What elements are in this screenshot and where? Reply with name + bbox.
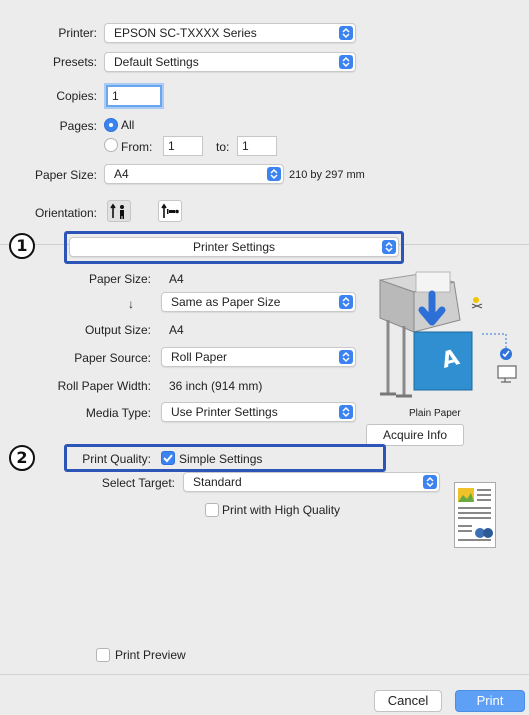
roll-paper-width-label: Roll Paper Width: <box>57 379 151 393</box>
paper-size-popup-value: A4 <box>114 167 129 181</box>
print-button[interactable]: Print <box>455 690 525 712</box>
pages-from-radio[interactable] <box>104 138 118 152</box>
presets-popup[interactable]: Default Settings <box>104 52 356 72</box>
cancel-button[interactable]: Cancel <box>374 690 442 712</box>
media-type-label: Media Type: <box>85 406 151 420</box>
same-as-paper-size-value: Same as Paper Size <box>171 295 281 309</box>
simple-settings-checkbox[interactable] <box>161 451 175 465</box>
landscape-icon <box>161 203 179 218</box>
select-target-popup[interactable]: Standard <box>183 472 440 492</box>
popup-arrows-icon <box>423 475 437 489</box>
popup-arrows-icon <box>339 295 353 309</box>
pages-to-label: to: <box>216 140 230 154</box>
paper-size-popup[interactable]: A4 <box>104 164 284 184</box>
copies-field[interactable]: 1 <box>106 85 162 107</box>
popup-arrows-icon <box>339 55 353 69</box>
acquire-info-button[interactable]: Acquire Info <box>366 424 464 446</box>
output-size-label: Output Size: <box>84 323 151 337</box>
pages-all-label: All <box>121 118 135 132</box>
pages-to-field[interactable]: 1 <box>237 136 277 156</box>
printer-popup[interactable]: EPSON SC-TXXXX Series <box>104 23 356 43</box>
document-preview-icon <box>454 482 496 548</box>
popup-arrows-icon <box>339 350 353 364</box>
footer-divider <box>0 674 529 675</box>
high-quality-checkbox[interactable] <box>205 503 219 517</box>
simple-settings-label: Simple Settings <box>179 452 263 466</box>
callout-1: 1 <box>9 233 35 259</box>
orientation-label: Orientation: <box>34 206 97 220</box>
printer-label: Printer: <box>58 26 97 40</box>
pages-from-field[interactable]: 1 <box>163 136 203 156</box>
pages-all-radio[interactable] <box>104 118 118 132</box>
popup-arrows-icon <box>382 240 396 254</box>
presets-label: Presets: <box>52 55 97 69</box>
plain-paper-caption: Plain Paper <box>409 408 461 419</box>
portrait-icon <box>110 203 124 219</box>
paper-size-label: Paper Size: <box>34 168 97 182</box>
orientation-portrait-button[interactable] <box>107 200 131 222</box>
pages-from-label: From: <box>121 140 153 154</box>
presets-popup-value: Default Settings <box>114 55 199 69</box>
orientation-landscape-button[interactable] <box>158 200 182 222</box>
paper-source-value: Roll Paper <box>171 350 228 364</box>
select-target-label: Select Target: <box>101 476 175 490</box>
arrow-down-icon: ↓ <box>128 297 134 311</box>
copies-label: Copies: <box>56 89 97 103</box>
output-size-value: A4 <box>169 323 184 337</box>
print-preview-checkbox[interactable] <box>96 648 110 662</box>
panel-select-popup[interactable]: Printer Settings <box>69 237 399 257</box>
high-quality-label: Print with High Quality <box>222 503 341 517</box>
media-type-popup[interactable]: Use Printer Settings <box>161 402 356 422</box>
printer-popup-value: EPSON SC-TXXXX Series <box>114 26 257 40</box>
printer-illustration: A <box>372 270 522 402</box>
media-type-value: Use Printer Settings <box>171 405 278 419</box>
callout-2: 2 <box>9 445 35 471</box>
same-as-paper-size-popup[interactable]: Same as Paper Size <box>161 292 356 312</box>
settings-paper-size-value: A4 <box>169 272 184 286</box>
print-quality-label: Print Quality: <box>82 452 151 466</box>
pages-label: Pages: <box>59 119 97 133</box>
popup-arrows-icon <box>339 26 353 40</box>
popup-arrows-icon <box>339 405 353 419</box>
paper-source-popup[interactable]: Roll Paper <box>161 347 356 367</box>
paper-source-label: Paper Source: <box>74 351 151 365</box>
select-target-value: Standard <box>193 475 242 489</box>
roll-paper-width-value: 36 inch (914 mm) <box>169 379 263 393</box>
checkmark-icon <box>163 454 173 463</box>
settings-paper-size-label: Paper Size: <box>88 272 151 286</box>
panel-select-value: Printer Settings <box>192 240 276 254</box>
print-preview-label: Print Preview <box>115 648 186 662</box>
popup-arrows-icon <box>267 167 281 181</box>
paper-dimensions: 210 by 297 mm <box>289 169 365 181</box>
large-format-printer-icon: A <box>379 271 517 398</box>
